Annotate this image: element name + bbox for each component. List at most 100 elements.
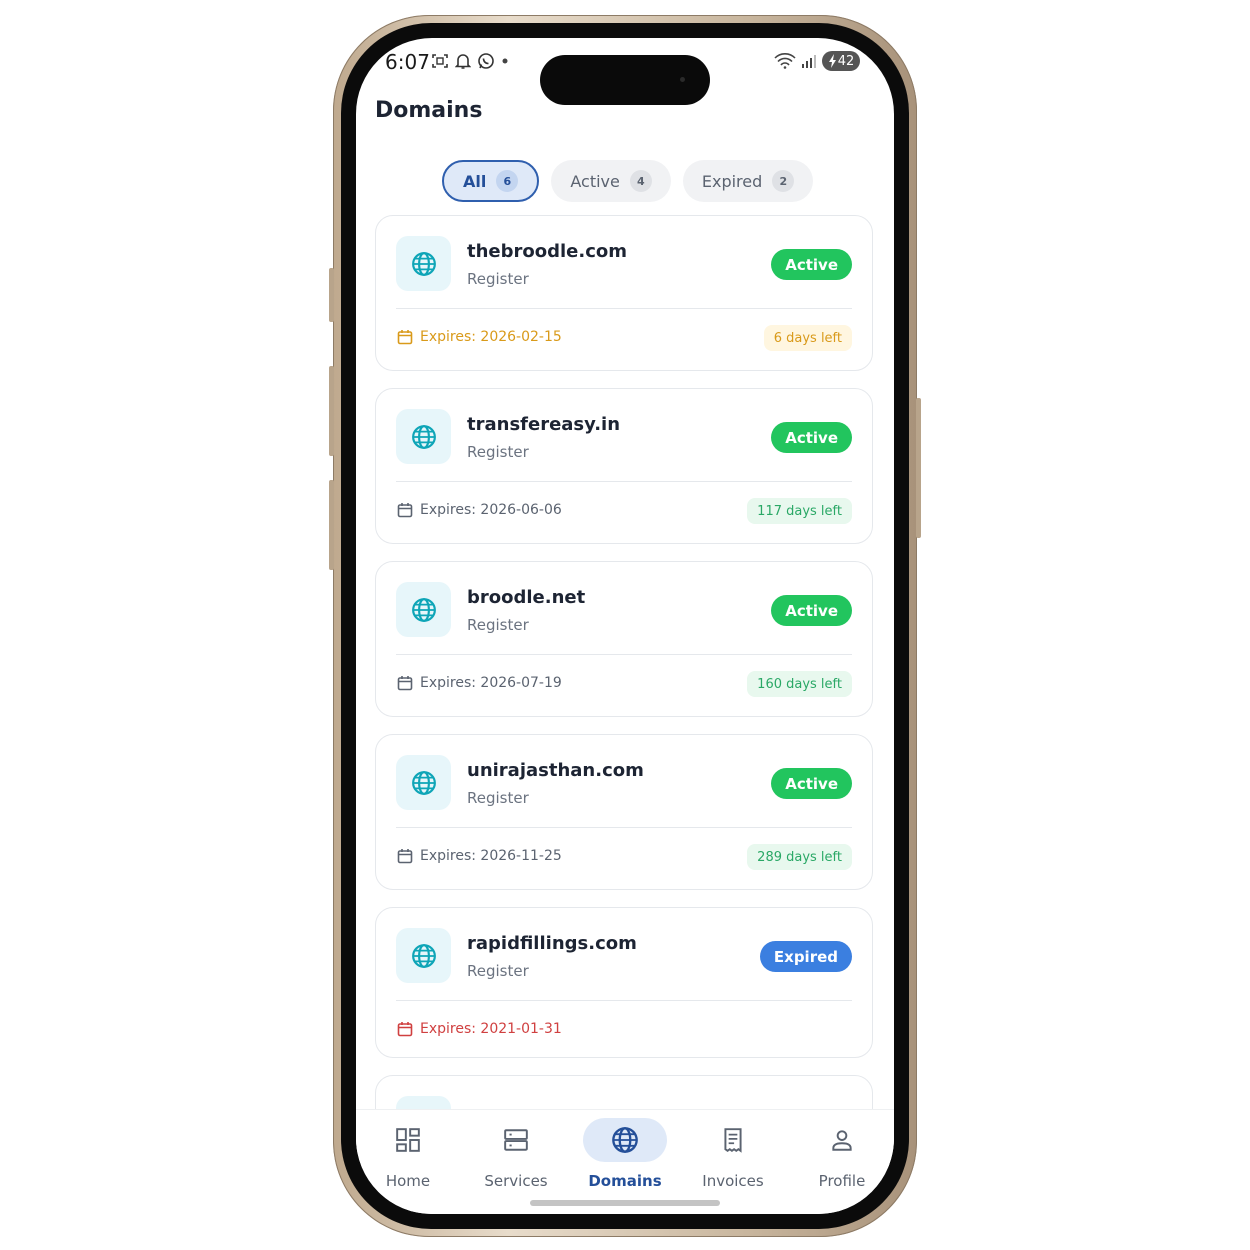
tab-count: 2 <box>772 170 795 192</box>
expiry-row: Expires: 2026-07-19 <box>397 675 562 691</box>
expiry-date: Expires: 2026-02-15 <box>420 329 562 345</box>
card-divider <box>396 1000 852 1001</box>
calendar-icon <box>397 503 413 518</box>
charging-icon <box>828 54 836 68</box>
server-icon <box>504 1129 528 1151</box>
domain-name: rapidfillings.com <box>467 933 637 954</box>
volume-down-button <box>329 480 334 570</box>
calendar-icon <box>397 1022 413 1037</box>
wifi-icon <box>774 53 796 69</box>
expiry-date: Expires: 2026-06-06 <box>420 502 562 518</box>
card-divider <box>396 308 852 309</box>
card-divider <box>396 827 852 828</box>
nav-label: Invoices <box>702 1172 764 1190</box>
nav-label: Services <box>484 1172 548 1190</box>
battery-level: 42 <box>837 53 855 69</box>
screenshot-icon <box>432 54 448 68</box>
calendar-icon <box>397 330 413 345</box>
status-badge: Active <box>771 768 852 799</box>
tab-all[interactable]: All 6 <box>442 160 540 202</box>
domain-name: broodle.net <box>467 587 586 608</box>
tab-active[interactable]: Active 4 <box>551 160 671 202</box>
signal-icon <box>802 55 816 68</box>
expiry-row: Expires: 2026-06-06 <box>397 502 562 518</box>
bottom-navigation: Home Services Domains Invoices Profile <box>356 1109 894 1214</box>
nav-icon-pill <box>583 1118 667 1162</box>
expiry-row: Expires: 2026-11-25 <box>397 848 562 864</box>
days-left-badge: 117 days left <box>747 498 852 524</box>
card-divider <box>396 654 852 655</box>
domain-icon-box <box>396 755 451 810</box>
days-left-badge: 289 days left <box>747 844 852 870</box>
globe-icon <box>411 424 436 449</box>
domain-type: Register <box>467 962 529 980</box>
domain-icon-box <box>396 928 451 983</box>
nav-label: Domains <box>588 1172 662 1190</box>
expiry-date: Expires: 2026-11-25 <box>420 848 562 864</box>
status-system-icons: 42 <box>774 51 860 71</box>
grid-icon <box>396 1128 420 1152</box>
expiry-date: Expires: 2026-07-19 <box>420 675 562 691</box>
tab-label: All <box>463 171 487 191</box>
expiry-date: Expires: 2021-01-31 <box>420 1021 562 1037</box>
status-badge: Active <box>771 249 852 280</box>
status-notification-icons <box>431 52 509 70</box>
days-left-badge: 6 days left <box>763 325 852 351</box>
page-title: Domains <box>375 98 483 123</box>
volume-up-button <box>329 366 334 456</box>
bell-icon <box>455 54 471 69</box>
nav-home[interactable]: Home <box>358 1118 458 1190</box>
tab-count: 6 <box>496 170 519 192</box>
nav-icon-pill <box>474 1118 558 1162</box>
battery-indicator: 42 <box>822 51 860 71</box>
status-badge: Active <box>771 422 852 453</box>
nav-label: Profile <box>818 1172 866 1190</box>
expiry-row: Expires: 2026-02-15 <box>397 329 562 345</box>
domain-card[interactable]: broodle.net Register Active Expires: 202… <box>375 561 873 717</box>
user-icon <box>832 1130 852 1151</box>
dot-icon <box>502 58 508 64</box>
nav-services[interactable]: Services <box>466 1118 566 1190</box>
domain-card[interactable]: transfereasy.in Register Active Expires:… <box>375 388 873 544</box>
nav-profile[interactable]: Profile <box>792 1118 892 1190</box>
domain-name: thebroodle.com <box>467 241 628 262</box>
nav-icon-pill <box>366 1118 450 1162</box>
camera-dot <box>680 77 685 82</box>
domain-icon-box <box>396 409 451 464</box>
days-left-badge: 160 days left <box>747 671 852 697</box>
domain-icon-box <box>396 582 451 637</box>
action-button <box>329 268 334 322</box>
home-indicator[interactable] <box>530 1200 720 1206</box>
nav-domains[interactable]: Domains <box>575 1118 675 1190</box>
nav-icon-pill <box>691 1118 775 1162</box>
domain-type: Register <box>467 270 529 288</box>
tab-count: 4 <box>629 170 652 192</box>
status-badge: Expired <box>759 941 852 972</box>
domain-type: Register <box>467 443 529 461</box>
domain-card[interactable]: thebroodle.com Register Active Expires: … <box>375 215 873 371</box>
domain-name: unirajasthan.com <box>467 760 644 781</box>
globe-icon <box>411 597 436 622</box>
domain-name: transfereasy.in <box>467 414 621 435</box>
nav-icon-pill <box>800 1118 884 1162</box>
globe-icon <box>411 251 436 276</box>
receipt-icon <box>724 1128 742 1153</box>
domain-type: Register <box>467 616 529 634</box>
expiry-row: Expires: 2021-01-31 <box>397 1021 562 1037</box>
tab-label: Active <box>570 171 620 191</box>
nav-invoices[interactable]: Invoices <box>683 1118 783 1190</box>
app-screen: 6:07 42 Domains All 6 Active 4 Expired 2 <box>356 38 894 1214</box>
calendar-icon <box>397 849 413 864</box>
globe-icon <box>411 770 436 795</box>
status-time: 6:07 <box>385 50 430 74</box>
domain-type: Register <box>467 789 529 807</box>
nav-label: Home <box>385 1172 431 1190</box>
globe-icon <box>612 1127 638 1153</box>
tab-label: Expired <box>701 171 763 191</box>
filter-tabs: All 6 Active 4 Expired 2 <box>442 160 814 202</box>
domain-card[interactable]: unirajasthan.com Register Active Expires… <box>375 734 873 890</box>
domain-card[interactable]: rapidfillings.com Register Expired Expir… <box>375 907 873 1058</box>
dynamic-island <box>540 55 710 105</box>
domain-icon-box <box>396 236 451 291</box>
tab-expired[interactable]: Expired 2 <box>682 160 814 202</box>
